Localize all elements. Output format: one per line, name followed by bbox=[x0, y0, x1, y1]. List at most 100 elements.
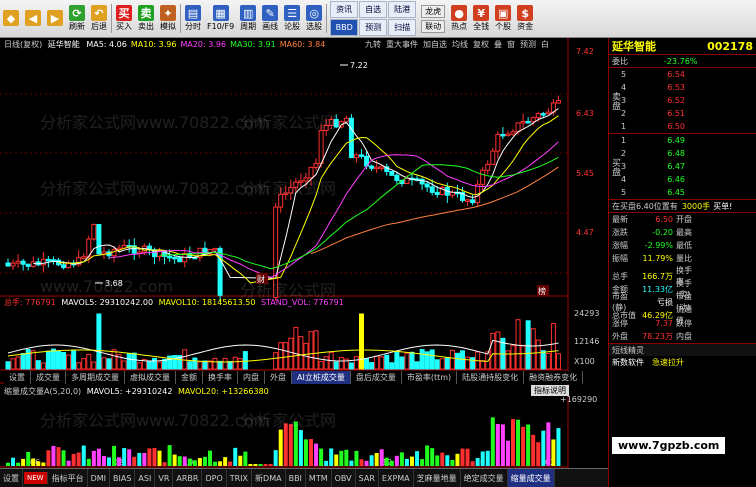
stat-row: 涨幅 -2.99% 最低 bbox=[609, 239, 756, 252]
bottom-tab-11[interactable]: BBI bbox=[286, 469, 306, 487]
bottom-tab-13[interactable]: OBV bbox=[332, 469, 356, 487]
volume-bar bbox=[490, 332, 496, 370]
quick-nav-0[interactable]: 资讯 bbox=[330, 1, 359, 18]
kline-chart-area[interactable]: 7.426.435.454.472429312146X100+169290060… bbox=[0, 38, 608, 487]
chart-tool-7[interactable]: 预测 bbox=[520, 39, 536, 50]
bottom-tab-4[interactable]: BIAS bbox=[110, 469, 136, 487]
quick-nav-5[interactable]: 扫描 bbox=[388, 19, 417, 36]
indicator-tab-1[interactable]: 成交量 bbox=[31, 371, 66, 384]
refresh-button[interactable]: ⟳ 刷新 bbox=[66, 0, 88, 37]
bottom-tab-12[interactable]: MTM bbox=[306, 469, 332, 487]
chart-tool-3[interactable]: 均线 bbox=[452, 39, 468, 50]
chart-tool-8[interactable]: 白 bbox=[541, 39, 549, 50]
ma-label-3: MA30: 3.91 bbox=[230, 40, 276, 49]
back-button[interactable]: ◀ bbox=[22, 0, 44, 37]
indicator-tab-6[interactable]: 内盘 bbox=[238, 371, 265, 384]
chart-tool-2[interactable]: 加自选 bbox=[423, 39, 447, 50]
bottom-tab-0[interactable]: 设置 bbox=[0, 469, 23, 487]
news-item[interactable]: 新数软件 急速拉升 bbox=[609, 356, 756, 369]
volume-bar bbox=[525, 320, 531, 370]
lower-indicator-bar bbox=[233, 447, 238, 466]
indicator-tab-8[interactable]: AI立桩成交量 bbox=[292, 371, 351, 384]
indicator-tab-7[interactable]: 外盘 bbox=[265, 371, 292, 384]
home-button[interactable]: ◆ bbox=[0, 0, 22, 37]
bottom-tab-2[interactable]: 指标平台 bbox=[49, 469, 88, 487]
extra-button-0[interactable]: 龙虎 bbox=[421, 4, 446, 18]
fund-button[interactable]: $ 资金 bbox=[514, 0, 536, 37]
sell-button[interactable]: 卖卖出 bbox=[135, 0, 157, 37]
quick-nav-4[interactable]: 预测 bbox=[359, 19, 388, 36]
indicator-tab-9[interactable]: 盘后成交量 bbox=[350, 371, 402, 384]
lower-indicator-bar bbox=[339, 450, 344, 466]
bottom-tab-14[interactable]: SAR bbox=[356, 469, 379, 487]
order-alert-text: 在买盘6.40位置有 bbox=[612, 201, 678, 211]
bottom-tab-16[interactable]: 芝麻量地量 bbox=[414, 469, 461, 487]
bottom-tab-15[interactable]: EXPMA bbox=[379, 469, 414, 487]
volume-bar bbox=[76, 362, 82, 370]
chart-canvas[interactable]: 7.426.435.454.472429312146X100+169290060… bbox=[0, 38, 608, 487]
hammer-button[interactable]: ✦ 模拟 bbox=[157, 0, 179, 37]
bottom-tab-1[interactable]: NEW bbox=[24, 472, 48, 484]
quick-nav-3[interactable]: BBD bbox=[330, 19, 359, 36]
money-button[interactable]: ¥ 全钱 bbox=[470, 0, 492, 37]
stock-button[interactable]: ▣ 个股 bbox=[492, 0, 514, 37]
lower-indicator-bar bbox=[238, 455, 243, 466]
bottom-tab-18[interactable]: 缩量成交量 bbox=[507, 469, 555, 487]
candle-body bbox=[20, 260, 26, 265]
lower-indicator-bar bbox=[147, 448, 152, 466]
indicator-tab-11[interactable]: 陆股通持股变化 bbox=[457, 371, 525, 384]
chart-tool-4[interactable]: 复权 bbox=[473, 39, 489, 50]
indicator-tab-2[interactable]: 多周期成交量 bbox=[66, 371, 125, 384]
bottom-tab-17[interactable]: 绝定成交量 bbox=[461, 469, 508, 487]
bottom-tab-3[interactable]: DMI bbox=[88, 469, 111, 487]
candle-body bbox=[520, 120, 526, 124]
undo-button[interactable]: ↶ 后退 bbox=[88, 0, 110, 37]
buy-button[interactable]: 买买入 bbox=[113, 0, 135, 37]
stat-label-2: 最低 bbox=[676, 241, 692, 250]
discussion-button[interactable]: ☰ 论股 bbox=[281, 0, 303, 37]
f10-button[interactable]: ▦ F10/F9 bbox=[204, 0, 237, 37]
toolbar-button-label: 论股 bbox=[284, 22, 301, 31]
forward-button[interactable]: ▶ bbox=[44, 0, 66, 37]
quick-nav-2[interactable]: 陆港 bbox=[388, 1, 417, 18]
minute-chart-button[interactable]: ▤ 分时 bbox=[182, 0, 204, 37]
chart-tool-1[interactable]: 重大事件 bbox=[386, 39, 418, 50]
volume-bar bbox=[35, 360, 41, 370]
order-level-index: 5 bbox=[621, 188, 627, 197]
indicator-tab-3[interactable]: 虚拟成交量 bbox=[125, 371, 176, 384]
bottom-tab-9[interactable]: TRIX bbox=[227, 469, 253, 487]
extra-button-1[interactable]: 联动 bbox=[421, 19, 446, 33]
volume-bar bbox=[384, 354, 390, 370]
quick-nav-1[interactable]: 自选 bbox=[359, 1, 388, 18]
bottom-tab-6[interactable]: VR bbox=[155, 469, 174, 487]
chart-tool-0[interactable]: 九转 bbox=[365, 39, 381, 50]
volume-bar bbox=[106, 358, 112, 370]
stock-select-button[interactable]: ◎ 选股 bbox=[303, 0, 325, 37]
candle-body bbox=[318, 130, 324, 165]
order-level-index: 3 bbox=[621, 96, 627, 105]
stat-row: 涨跌 -0.20 最高 bbox=[609, 226, 756, 239]
indicator-tab-10[interactable]: 市盈率(ttm) bbox=[401, 371, 458, 384]
toolbar-button-label: 周期 bbox=[240, 22, 257, 31]
volume-tick: X100 bbox=[574, 357, 595, 366]
indicator-tab-4[interactable]: 金额 bbox=[176, 371, 203, 384]
indicator-help-button[interactable]: 指标说明 bbox=[531, 385, 569, 396]
lower-indicator-bar bbox=[500, 424, 505, 466]
candle-body bbox=[273, 206, 279, 298]
chart-tool-6[interactable]: 窗 bbox=[507, 39, 515, 50]
bottom-tab-8[interactable]: DPO bbox=[202, 469, 227, 487]
stat-row: 振幅 11.79% 量比 bbox=[609, 252, 756, 265]
indicator-tab-0[interactable]: 设置 bbox=[4, 371, 31, 384]
calendar-button[interactable]: ▥ 周期 bbox=[237, 0, 259, 37]
bottom-tab-7[interactable]: ARBR bbox=[173, 469, 203, 487]
hotspot-button[interactable]: ● 热点 bbox=[448, 0, 470, 37]
lower-indicator-bar bbox=[71, 453, 76, 466]
bottom-tab-5[interactable]: ASI bbox=[135, 469, 156, 487]
draw-line-button[interactable]: ✎ 画线 bbox=[259, 0, 281, 37]
indicator-tab-5[interactable]: 换手率 bbox=[203, 371, 238, 384]
volume-bar bbox=[157, 361, 162, 370]
indicator-tab-12[interactable]: 融资融券变化 bbox=[524, 371, 584, 384]
quote-stats: 最新 6.50 开盘 涨跌 -0.20 最高 涨幅 -2.99% 最低 振幅 11.79% 量比 总手 1… bbox=[609, 213, 756, 343]
chart-tool-5[interactable]: 叠 bbox=[494, 39, 502, 50]
bottom-tab-10[interactable]: 新DMA bbox=[252, 469, 286, 487]
